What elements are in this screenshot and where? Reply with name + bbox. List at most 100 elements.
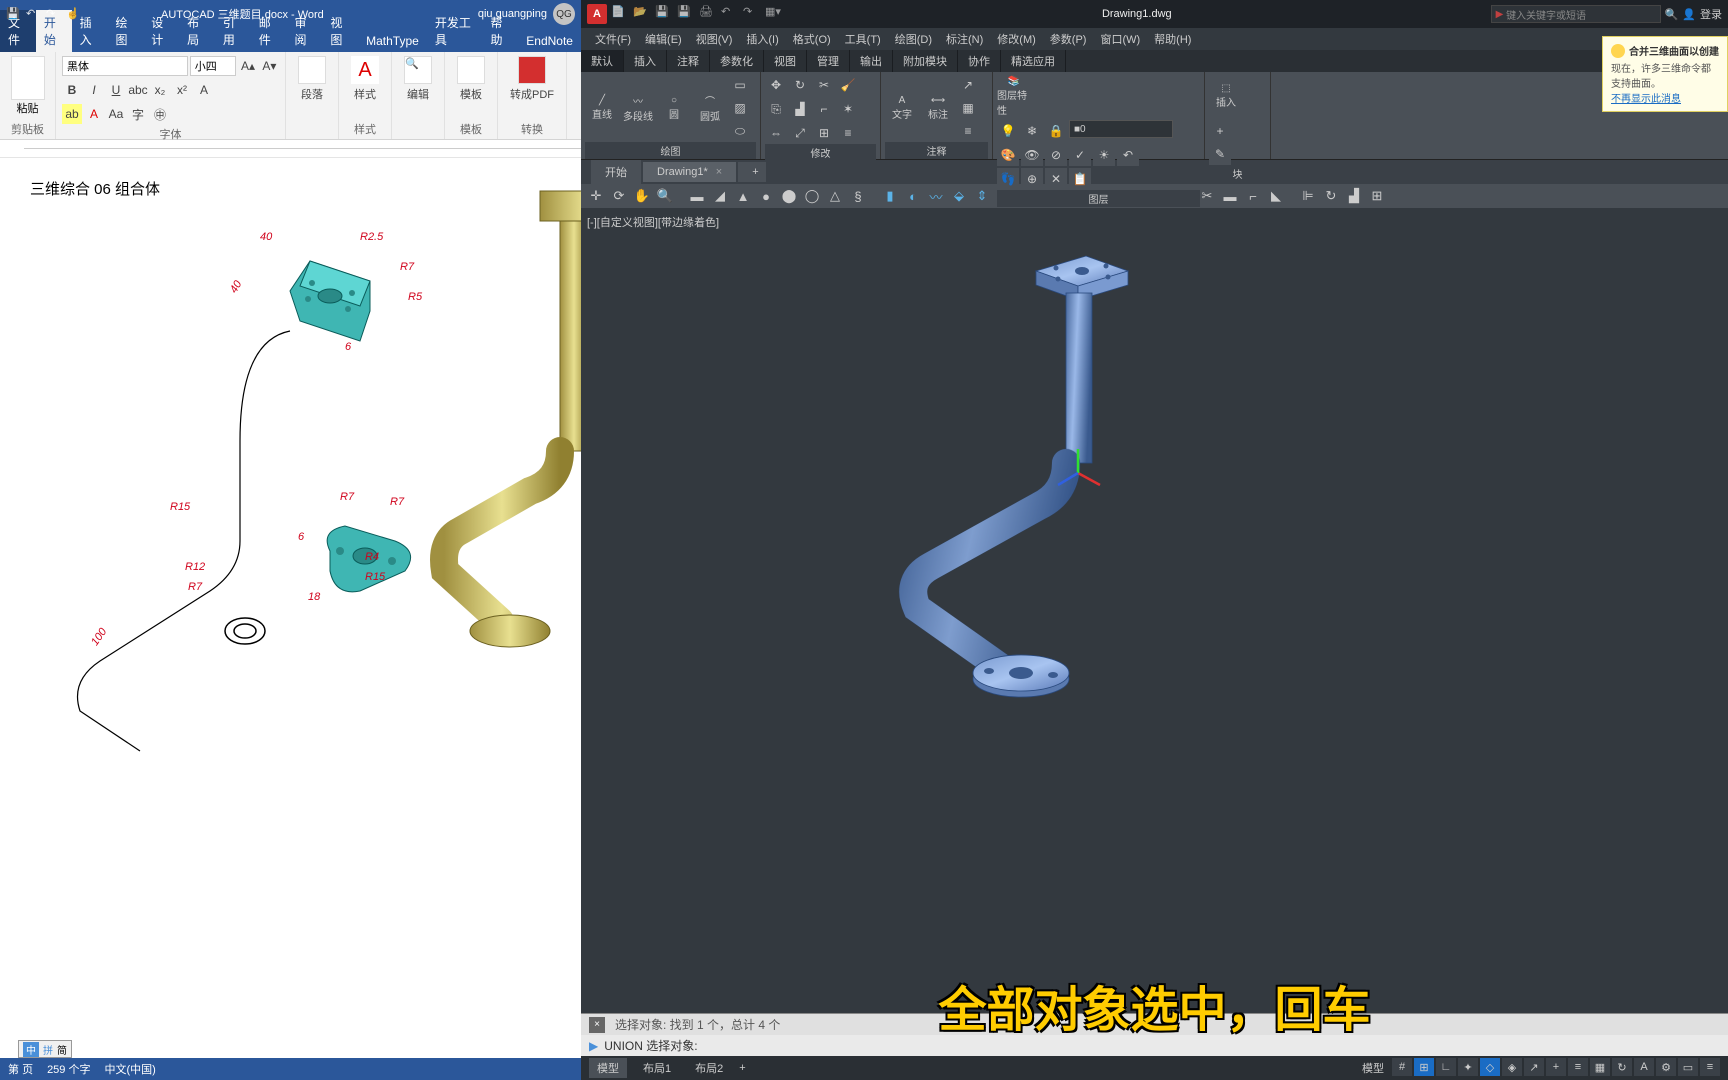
tab-view[interactable]: 视图 bbox=[322, 10, 358, 52]
para-button[interactable]: 段落 bbox=[292, 54, 332, 104]
ime-bar[interactable]: 中 拼 简 bbox=[18, 1040, 72, 1058]
layer-off-icon[interactable]: ⊘ bbox=[1045, 144, 1067, 166]
solid-pyr-icon[interactable]: △ bbox=[824, 186, 846, 206]
tab-layout[interactable]: 布局 bbox=[179, 10, 215, 52]
menu-modify[interactable]: 修改(M) bbox=[991, 29, 1042, 49]
doc-tab-start[interactable]: 开始 bbox=[591, 160, 641, 184]
align-icon[interactable]: ⊫ bbox=[1297, 186, 1319, 206]
ucs-icon[interactable]: ✛ bbox=[585, 186, 607, 206]
tab-help[interactable]: 帮助 bbox=[482, 10, 518, 52]
sub-button[interactable]: x₂ bbox=[150, 80, 170, 100]
tab-review[interactable]: 审阅 bbox=[287, 10, 323, 52]
presspull-icon[interactable]: ⇕ bbox=[971, 186, 993, 206]
font-color-button[interactable]: A bbox=[84, 104, 104, 124]
3dmirror-icon[interactable]: ▟ bbox=[1343, 186, 1365, 206]
rtab-featured[interactable]: 精选应用 bbox=[1001, 50, 1066, 72]
styles-button[interactable]: A样式 bbox=[345, 54, 385, 104]
3d-model[interactable] bbox=[841, 238, 1321, 718]
text-button[interactable]: A文字 bbox=[885, 86, 919, 130]
pan-icon[interactable]: ✋ bbox=[631, 186, 653, 206]
ellipse-icon[interactable]: ⬭ bbox=[729, 120, 751, 142]
insert-block-button[interactable]: ⬚插入 bbox=[1209, 74, 1243, 118]
arc-button[interactable]: ⌒圆弧 bbox=[693, 86, 727, 130]
menu-window[interactable]: 窗口(W) bbox=[1094, 29, 1146, 49]
mirror-icon[interactable]: ▟ bbox=[789, 98, 811, 120]
workspace-icon[interactable]: ▦▾ bbox=[765, 5, 783, 23]
undo-icon[interactable]: ↶ bbox=[26, 7, 40, 21]
solid-cyl-icon[interactable]: ⬤ bbox=[778, 186, 800, 206]
doc-tab-drawing1[interactable]: Drawing1*× bbox=[643, 162, 736, 182]
dismiss-link[interactable]: 不再显示此消息 bbox=[1611, 94, 1681, 105]
custom-icon[interactable]: ≡ bbox=[1700, 1058, 1720, 1076]
rtab-addon[interactable]: 附加模块 bbox=[893, 50, 958, 72]
edit-button[interactable]: 🔍编辑 bbox=[398, 54, 438, 104]
word-document[interactable]: 三维综合 06 组合体 40 40 R2.5 R7 R5 6 bbox=[0, 158, 581, 1058]
font-size-select[interactable]: 小四 bbox=[190, 56, 237, 76]
3dosnap-icon[interactable]: ◈ bbox=[1502, 1058, 1522, 1076]
loft-icon[interactable]: ⬙ bbox=[948, 186, 970, 206]
block-edit-icon[interactable]: ✎ bbox=[1209, 143, 1231, 165]
lock-icon[interactable]: 🔒 bbox=[1045, 120, 1067, 142]
fillet-icon[interactable]: ⌐ bbox=[813, 98, 835, 120]
saveas-icon[interactable]: 💾 bbox=[677, 5, 695, 23]
bold-button[interactable]: B bbox=[62, 80, 82, 100]
array-icon[interactable]: ⊞ bbox=[813, 122, 835, 144]
tab-mail[interactable]: 邮件 bbox=[251, 10, 287, 52]
tab-mathtype[interactable]: MathType bbox=[358, 30, 427, 52]
save-icon[interactable]: 💾 bbox=[6, 7, 20, 21]
strike-button[interactable]: abc bbox=[128, 80, 148, 100]
menu-tools[interactable]: 工具(T) bbox=[839, 29, 887, 49]
layer-thaw-icon[interactable]: ☀ bbox=[1093, 144, 1115, 166]
rtab-param[interactable]: 参数化 bbox=[710, 50, 764, 72]
solid-cone-icon[interactable]: ▲ bbox=[732, 186, 754, 206]
chamfer3d-icon[interactable]: ◣ bbox=[1265, 186, 1287, 206]
polar-icon[interactable]: ✦ bbox=[1458, 1058, 1478, 1076]
otrack-icon[interactable]: ↗ bbox=[1524, 1058, 1544, 1076]
stretch-icon[interactable]: ⇔ bbox=[765, 122, 787, 144]
dyn-icon[interactable]: + bbox=[1546, 1058, 1566, 1076]
phonetic-button[interactable]: 字 bbox=[128, 104, 148, 124]
sweep-icon[interactable]: 〰 bbox=[925, 186, 947, 206]
mline-icon[interactable]: ≡ bbox=[957, 120, 979, 142]
cycle-icon[interactable]: ↻ bbox=[1612, 1058, 1632, 1076]
ortho-icon[interactable]: ∟ bbox=[1436, 1058, 1456, 1076]
plot-icon[interactable]: 🖨 bbox=[699, 5, 717, 23]
pdf-button[interactable]: 转成PDF bbox=[504, 54, 560, 104]
new-tab-button[interactable]: + bbox=[738, 162, 766, 182]
zoom-icon[interactable]: 🔍 bbox=[654, 186, 676, 206]
acad-viewport[interactable]: [-][自定义视图][带边缘着色] bbox=[581, 208, 1728, 1013]
thicken-icon[interactable]: ▬ bbox=[1219, 186, 1241, 206]
annoscale-icon[interactable]: A bbox=[1634, 1058, 1654, 1076]
font-name-select[interactable]: 黑体 bbox=[62, 56, 188, 76]
3drotate-icon[interactable]: ↻ bbox=[1320, 186, 1342, 206]
solid-sphere-icon[interactable]: ● bbox=[755, 186, 777, 206]
layer-match-icon[interactable]: 🎨 bbox=[997, 144, 1019, 166]
dim-button[interactable]: ⟷标注 bbox=[921, 86, 955, 130]
page-indicator[interactable]: 第 页 bbox=[8, 1061, 33, 1077]
fillet3d-icon[interactable]: ⌐ bbox=[1242, 186, 1264, 206]
login-button[interactable]: 登录 bbox=[1700, 6, 1722, 22]
layer-state-icon[interactable]: 📋 bbox=[1069, 168, 1091, 190]
rtab-annot[interactable]: 注释 bbox=[667, 50, 710, 72]
layout1-tab[interactable]: 布局1 bbox=[635, 1058, 679, 1078]
solid-wedge-icon[interactable]: ◢ bbox=[709, 186, 731, 206]
word-count[interactable]: 259 个字 bbox=[47, 1061, 90, 1077]
layer-iso-icon[interactable]: 👁 bbox=[1021, 144, 1043, 166]
clean-icon[interactable]: ▭ bbox=[1678, 1058, 1698, 1076]
grid-icon[interactable]: # bbox=[1392, 1058, 1412, 1076]
tab-draw[interactable]: 绘图 bbox=[107, 10, 143, 52]
model-label[interactable]: 模型 bbox=[1356, 1058, 1390, 1078]
rotate-icon[interactable]: ↻ bbox=[789, 74, 811, 96]
line-button[interactable]: ╱直线 bbox=[585, 86, 619, 130]
acad-search-input[interactable]: ▶ 键入关键字或短语 bbox=[1491, 5, 1661, 23]
menu-view[interactable]: 视图(V) bbox=[690, 29, 739, 49]
menu-dim[interactable]: 标注(N) bbox=[940, 29, 989, 49]
tab-dev[interactable]: 开发工具 bbox=[427, 10, 483, 52]
layer-on-icon[interactable]: ✓ bbox=[1069, 144, 1091, 166]
menu-para[interactable]: 参数(P) bbox=[1044, 29, 1093, 49]
close-icon[interactable]: × bbox=[716, 166, 722, 178]
redo-icon[interactable]: ↷ bbox=[743, 5, 761, 23]
char-border-button[interactable]: Aa bbox=[106, 104, 126, 124]
menu-format[interactable]: 格式(O) bbox=[787, 29, 837, 49]
osnap-icon[interactable]: ◇ bbox=[1480, 1058, 1500, 1076]
